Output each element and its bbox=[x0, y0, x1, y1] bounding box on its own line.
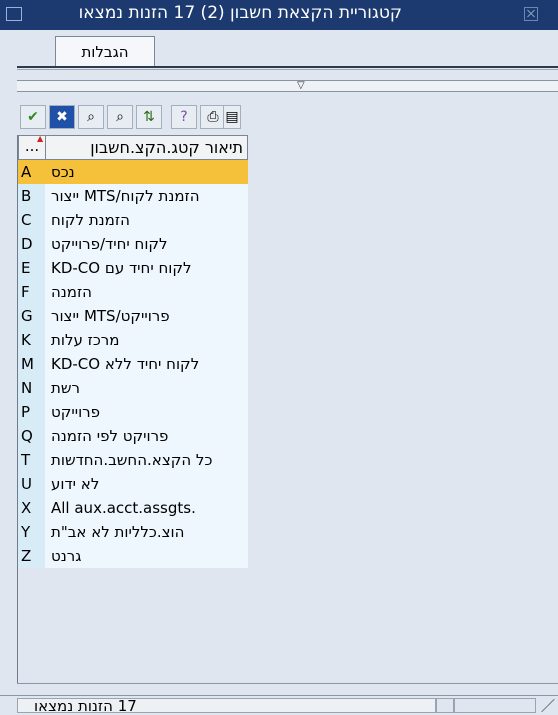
status-bar: 17 הזנות נמצאו bbox=[0, 695, 558, 715]
row-description: הזמנת לקוח bbox=[45, 208, 248, 232]
status-message-field: 17 הזנות נמצאו bbox=[17, 697, 436, 715]
table-row[interactable]: M לקוח יחיד ללא KD-CO bbox=[18, 352, 248, 376]
find-icon[interactable]: ⌕ bbox=[78, 105, 104, 129]
row-code: G bbox=[18, 304, 45, 328]
row-description: גרנט bbox=[45, 544, 248, 568]
row-description: לקוח יחיד עם KD-CO bbox=[45, 256, 248, 280]
table-row[interactable]: N רשת bbox=[18, 376, 248, 400]
status-field-empty bbox=[454, 698, 536, 713]
row-code: Z bbox=[18, 544, 45, 568]
row-description: נכס bbox=[45, 160, 248, 184]
row-code: B bbox=[18, 184, 45, 208]
find-next-icon[interactable]: ⌕ bbox=[107, 105, 133, 129]
tab-divider bbox=[17, 66, 558, 68]
status-field-small bbox=[436, 698, 454, 713]
title-bar: קטגוריית הקצאת חשבון (2) 17 הזנות נמצאו bbox=[0, 0, 558, 31]
status-message: 17 הזנות נמצאו bbox=[34, 697, 137, 715]
row-description: הוצ.כלליות לא אב"ת bbox=[45, 520, 248, 544]
table-row[interactable]: U לא ידוע bbox=[18, 472, 248, 496]
row-code: D bbox=[18, 232, 45, 256]
row-code: F bbox=[18, 280, 45, 304]
table-row[interactable]: T כל הקצא.החשב.החדשות bbox=[18, 448, 248, 472]
tab-divider-shadow bbox=[17, 69, 558, 70]
row-code: E bbox=[18, 256, 45, 280]
table-row[interactable]: C הזמנת לקוח bbox=[18, 208, 248, 232]
toolbar: ✔ ✖ ⌕ ⌕ ⇅ ? ⎙ ▤ bbox=[17, 103, 558, 133]
expand-arrow-icon[interactable]: ▽ bbox=[297, 80, 305, 91]
table-row[interactable]: A נכס bbox=[18, 160, 248, 184]
row-description: הזמנת לקוח/MTS ייצור bbox=[45, 184, 248, 208]
row-code: A bbox=[18, 160, 45, 184]
row-code: T bbox=[18, 448, 45, 472]
table-row[interactable]: Q פרויקט לפי הזמנה bbox=[18, 424, 248, 448]
table-row[interactable]: Y הוצ.כלליות לא אב"ת bbox=[18, 520, 248, 544]
table-row[interactable]: Z גרנט bbox=[18, 544, 248, 568]
help-icon[interactable]: ? bbox=[171, 105, 197, 129]
row-description: לא ידוע bbox=[45, 472, 248, 496]
document-icon[interactable]: ▤ bbox=[223, 105, 241, 129]
row-description: רשת bbox=[45, 376, 248, 400]
window-menu-icon[interactable] bbox=[6, 7, 22, 21]
row-description: הזמנה bbox=[45, 280, 248, 304]
table-row[interactable]: X All aux.acct.assgts. bbox=[18, 496, 248, 520]
row-code: M bbox=[18, 352, 45, 376]
tab-restrictions[interactable]: הגבלות bbox=[55, 36, 155, 67]
row-description: פרויקט לפי הזמנה bbox=[45, 424, 248, 448]
column-header[interactable]: ... ▲ תיאור קטג.הקצ.חשבון bbox=[18, 134, 248, 160]
row-code: Y bbox=[18, 520, 45, 544]
row-description: פרוייקט bbox=[45, 400, 248, 424]
sort-icon[interactable]: ⇅ bbox=[136, 105, 162, 129]
window-title: קטגוריית הקצאת חשבון (2) 17 הזנות נמצאו bbox=[78, 3, 402, 23]
close-icon[interactable] bbox=[524, 7, 538, 21]
table-row[interactable]: B הזמנת לקוח/MTS ייצור bbox=[18, 184, 248, 208]
table-row[interactable]: K מרכז עלות bbox=[18, 328, 248, 352]
check-icon[interactable]: ✔ bbox=[20, 105, 46, 129]
row-description: All aux.acct.assgts. bbox=[45, 496, 248, 520]
row-code: N bbox=[18, 376, 45, 400]
resize-grip-icon[interactable] bbox=[536, 698, 556, 713]
tab-label: הגבלות bbox=[81, 43, 129, 61]
table-row[interactable]: E לקוח יחיד עם KD-CO bbox=[18, 256, 248, 280]
row-description: מרכז עלות bbox=[45, 328, 248, 352]
row-code: C bbox=[18, 208, 45, 232]
cancel-icon[interactable]: ✖ bbox=[49, 105, 75, 129]
row-description: לקוח יחיד/פרוייקט bbox=[45, 232, 248, 256]
row-code: K bbox=[18, 328, 45, 352]
row-description: לקוח יחיד ללא KD-CO bbox=[45, 352, 248, 376]
column-header-label: תיאור קטג.הקצ.חשבון bbox=[90, 138, 243, 157]
table-row[interactable]: D לקוח יחיד/פרוייקט bbox=[18, 232, 248, 256]
row-code: U bbox=[18, 472, 45, 496]
sort-indicator-icon: ▲ bbox=[37, 134, 44, 143]
row-code: Q bbox=[18, 424, 45, 448]
row-code: X bbox=[18, 496, 45, 520]
table-row[interactable]: P פרוייקט bbox=[18, 400, 248, 424]
restrictions-toggle[interactable]: ▽ bbox=[17, 80, 558, 92]
table-row[interactable]: G פרוייקט/MTS ייצור bbox=[18, 304, 248, 328]
table-row[interactable]: F הזמנה bbox=[18, 280, 248, 304]
row-description: פרוייקט/MTS ייצור bbox=[45, 304, 248, 328]
row-description: כל הקצא.החשב.החדשות bbox=[45, 448, 248, 472]
row-code: P bbox=[18, 400, 45, 424]
